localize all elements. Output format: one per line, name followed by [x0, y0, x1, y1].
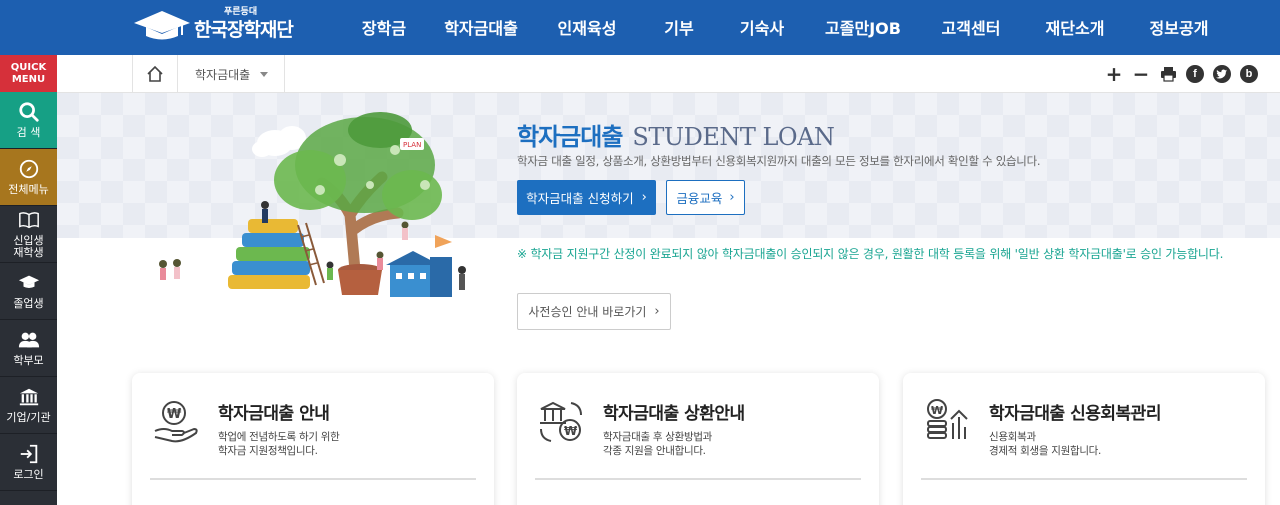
card-credit-recovery-desc-1: 신용회복과: [989, 431, 1036, 443]
twitter-bird-icon: [1216, 69, 1227, 79]
card-credit-recovery-desc-2: 경제적 회생을 지원합니다.: [989, 445, 1102, 457]
site-header: 푸른등대 한국장학재단 장학금 학자금대출 인재육성 기부 기숙사 고졸만JOB…: [0, 0, 1280, 55]
card-repayment-title: 학자금대출 상환안내: [603, 404, 745, 424]
card-repayment-desc-2: 각종 지원을 안내합니다.: [603, 445, 706, 457]
card-repayment-desc-1: 학자금대출 후 상환방법과: [603, 431, 713, 443]
graduation-cap-icon: [18, 275, 39, 289]
zoom-in-button[interactable]: +: [1105, 62, 1123, 86]
pre-approval-button[interactable]: 사전승인 안내 바로가기 ›: [517, 293, 671, 330]
card-repayment-guide[interactable]: ₩ 학자금대출 상환안내 학자금대출 후 상환방법과 각종 지원을 안내합니다.: [517, 373, 879, 505]
site-logo[interactable]: 푸른등대 한국장학재단: [132, 6, 317, 48]
quick-institutions-label: 기업/기관: [6, 411, 51, 424]
student-loan-illustration: PLAN: [159, 112, 466, 297]
main-nav: 장학금 학자금대출 인재육성 기부 기숙사 고졸만JOB 고객센터 재단소개 정…: [340, 0, 1230, 55]
pre-approval-label: 사전승인 안내 바로가기: [528, 305, 647, 319]
quick-graduates[interactable]: 졸업생: [0, 263, 57, 320]
hero-title: 학자금대출 STUDENT LOAN: [517, 117, 835, 152]
quick-students-label-2: 재학생: [13, 246, 44, 259]
nav-highschool-job[interactable]: 고졸만JOB: [806, 0, 920, 55]
plan-sign: PLAN: [403, 141, 421, 149]
search-icon: [18, 102, 39, 122]
quick-menu: QUICK MENU 검 색 전체메뉴 신입생 재학생 졸업생 학부모 기업/기…: [0, 55, 57, 505]
quick-login[interactable]: 로그인: [0, 434, 57, 491]
quick-menu-title-line1: QUICK: [10, 62, 47, 73]
nav-scholarship[interactable]: 장학금: [340, 0, 428, 55]
apply-loan-label: 학자금대출 신청하기: [526, 191, 634, 206]
svg-text:₩: ₩: [931, 404, 943, 417]
financial-education-button[interactable]: 금융교육 ›: [666, 180, 745, 215]
nav-student-loan[interactable]: 학자금대출: [428, 0, 534, 55]
zoom-out-button[interactable]: −: [1132, 62, 1150, 86]
financial-education-label: 금융교육: [676, 191, 723, 206]
svg-text:₩: ₩: [167, 407, 182, 422]
breadcrumb-bar: 학자금대출 + − f b: [57, 55, 1280, 93]
bank-repay-icon: ₩: [540, 401, 582, 442]
hero-title-en: STUDENT LOAN: [632, 123, 835, 151]
quick-students[interactable]: 신입생 재학생: [0, 206, 57, 263]
card-divider: [150, 478, 476, 480]
print-icon: [1160, 67, 1176, 82]
quick-institutions[interactable]: 기업/기관: [0, 377, 57, 434]
quick-parents[interactable]: 학부모: [0, 320, 57, 377]
quick-menu-title: QUICK MENU: [0, 55, 57, 92]
chevron-right-icon: ›: [641, 190, 647, 205]
card-loan-guide-desc-1: 학업에 전념하도록 하기 위한: [218, 431, 340, 443]
print-button[interactable]: [1159, 65, 1177, 83]
quick-login-label: 로그인: [13, 468, 44, 481]
quick-parents-label: 학부모: [13, 354, 44, 367]
graduation-cap-logo-icon: [134, 11, 190, 40]
home-icon: [147, 65, 163, 82]
quick-graduates-label: 졸업생: [13, 297, 44, 310]
home-button[interactable]: [132, 55, 178, 93]
book-icon: [18, 212, 39, 229]
chevron-right-icon: ›: [654, 304, 660, 319]
page-tools: + − f b: [1105, 55, 1258, 93]
coin-growth-icon: ₩: [927, 399, 968, 439]
loan-notice: ※ 학자금 지원구간 산정이 완료되지 않아 학자금대출이 승인되지 않은 경우…: [517, 247, 1224, 261]
institution-icon: [19, 388, 38, 406]
hero-title-ko: 학자금대출: [517, 123, 623, 151]
nav-talent-development[interactable]: 인재육성: [534, 0, 640, 55]
card-divider: [535, 478, 861, 480]
card-loan-guide[interactable]: ₩ 학자금대출 안내 학업에 전념하도록 하기 위한 학자금 지원정책입니다.: [132, 373, 494, 505]
quick-search-label: 검 색: [16, 126, 41, 139]
school-building-icon: [386, 235, 452, 297]
logo-subtitle: 푸른등대: [224, 7, 258, 17]
twitter-share-button[interactable]: [1213, 65, 1231, 83]
breadcrumb-dropdown[interactable]: 학자금대출: [179, 55, 286, 93]
card-loan-guide-desc-2: 학자금 지원정책입니다.: [218, 445, 318, 457]
apply-loan-button[interactable]: 학자금대출 신청하기 ›: [517, 180, 656, 215]
nav-customer-center[interactable]: 고객센터: [920, 0, 1022, 55]
caret-down-icon: [260, 71, 269, 77]
svg-text:₩: ₩: [564, 424, 578, 438]
nav-donation[interactable]: 기부: [640, 0, 718, 55]
card-credit-recovery-title: 학자금대출 신용회복관리: [989, 404, 1161, 424]
compass-icon: [19, 159, 38, 179]
quick-search[interactable]: 검 색: [0, 92, 57, 149]
facebook-share-button[interactable]: f: [1186, 65, 1204, 83]
blog-share-button[interactable]: b: [1240, 65, 1258, 83]
breadcrumb-current: 학자금대출: [195, 67, 251, 82]
nav-dormitory[interactable]: 기숙사: [718, 0, 806, 55]
card-loan-guide-title: 학자금대출 안내: [218, 404, 330, 424]
quick-all-menu-label: 전체메뉴: [8, 183, 49, 196]
quick-all-menu[interactable]: 전체메뉴: [0, 149, 57, 206]
parents-icon: [18, 332, 39, 348]
card-divider: [921, 478, 1247, 480]
nav-public-info[interactable]: 정보공개: [1128, 0, 1230, 55]
login-icon: [20, 444, 37, 464]
quick-menu-title-line2: MENU: [11, 74, 46, 85]
nav-about[interactable]: 재단소개: [1022, 0, 1128, 55]
coin-hand-icon: ₩: [154, 401, 198, 443]
books-stack-icon: [228, 219, 310, 289]
logo-title: 한국장학재단: [194, 19, 294, 41]
hero-description: 학자금 대출 일정, 상품소개, 상환방법부터 신용회복지원까지 대출의 모든 …: [517, 154, 1041, 168]
chevron-right-icon: ›: [729, 190, 735, 205]
card-credit-recovery[interactable]: ₩ 학자금대출 신용회복관리 신용회복과 경제적 회생을 지원합니다.: [903, 373, 1265, 505]
